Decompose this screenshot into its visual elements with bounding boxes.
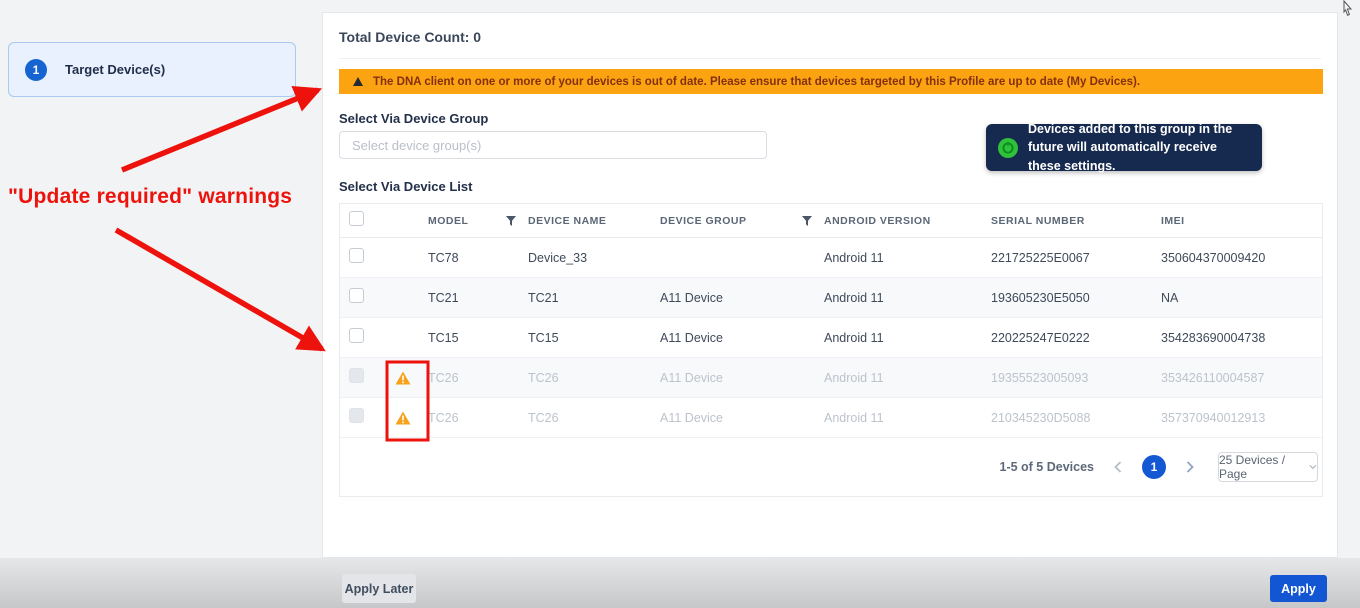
select-via-device-list-label: Select Via Device List (339, 179, 472, 194)
device-group-input[interactable] (339, 131, 767, 159)
footer-bar (0, 558, 1360, 608)
mouse-cursor-icon (1341, 0, 1354, 17)
cell-serial-number: 19355523005093 (991, 371, 1161, 385)
cell-android-version: Android 11 (824, 331, 991, 345)
cell-device-group: A11 Device (660, 371, 824, 385)
wizard-step-target-devices[interactable]: 1 Target Device(s) (8, 42, 296, 97)
cell-serial-number: 193605230E5050 (991, 291, 1161, 305)
column-header-model[interactable]: MODEL (428, 215, 528, 227)
column-header-imei[interactable]: IMEI (1161, 215, 1322, 227)
cell-android-version: Android 11 (824, 371, 991, 385)
row-checkbox[interactable] (349, 408, 364, 423)
annotation-arrow-to-banner (122, 90, 318, 170)
select-via-device-group-label: Select Via Device Group (339, 111, 488, 126)
cell-imei: 353426110004587 (1161, 371, 1322, 385)
column-header-device-group[interactable]: DEVICE GROUP (660, 215, 824, 227)
pagination-prev-button[interactable] (1112, 459, 1124, 475)
row-checkbox[interactable] (349, 328, 364, 343)
page-size-select[interactable]: 25 Devices / Page (1218, 452, 1318, 482)
divider (339, 58, 1321, 59)
cell-serial-number: 210345230D5088 (991, 411, 1161, 425)
cell-device-group: A11 Device (660, 291, 824, 305)
cell-device-group: A11 Device (660, 411, 824, 425)
cell-android-version: Android 11 (824, 411, 991, 425)
update-required-warning-icon (395, 371, 411, 385)
step-label: Target Device(s) (65, 62, 165, 77)
power-circle-icon (998, 138, 1018, 158)
cell-android-version: Android 11 (824, 251, 991, 265)
cell-imei: NA (1161, 291, 1322, 305)
chevron-right-icon (1186, 461, 1194, 473)
pagination-page-1[interactable]: 1 (1142, 455, 1166, 479)
row-checkbox[interactable] (349, 248, 364, 263)
cell-device-name: TC26 (528, 411, 660, 425)
cell-model: TC15 (428, 331, 528, 345)
cell-device-name: Device_33 (528, 251, 660, 265)
select-all-checkbox[interactable] (349, 211, 364, 226)
step-number-badge: 1 (25, 59, 47, 81)
cell-model: TC26 (428, 371, 528, 385)
column-header-android-version[interactable]: ANDROID VERSION (824, 215, 991, 227)
page: 1 Target Device(s) "Update required" war… (0, 0, 1360, 608)
pagination-range-text: 1-5 of 5 Devices (1000, 460, 1095, 474)
chevron-left-icon (1114, 461, 1122, 473)
device-table-body: TC78 Device_33 Android 11 221725225E0067… (340, 238, 1322, 438)
apply-later-button[interactable]: Apply Later (342, 574, 416, 603)
column-header-device-name[interactable]: DEVICE NAME (528, 215, 660, 227)
cell-imei: 354283690004738 (1161, 331, 1322, 345)
total-device-count: Total Device Count: 0 (339, 29, 481, 45)
cell-android-version: Android 11 (824, 291, 991, 305)
dna-client-warning-banner: The DNA client on one or more of your de… (339, 69, 1323, 94)
auto-apply-tooltip: Devices added to this group in the futur… (986, 124, 1262, 171)
page-size-label: 25 Devices / Page (1219, 453, 1302, 481)
tooltip-text: Devices added to this group in the futur… (1028, 120, 1250, 174)
warning-banner-text: The DNA client on one or more of your de… (373, 76, 1140, 88)
row-checkbox[interactable] (349, 368, 364, 383)
cell-serial-number: 220225247E0222 (991, 331, 1161, 345)
device-table: MODEL DEVICE NAME DEVICE GROUP ANDROID V… (339, 203, 1323, 497)
cell-imei: 357370940012913 (1161, 411, 1322, 425)
cell-device-group: A11 Device (660, 331, 824, 345)
table-row: TC78 Device_33 Android 11 221725225E0067… (340, 238, 1322, 278)
device-table-header: MODEL DEVICE NAME DEVICE GROUP ANDROID V… (340, 204, 1322, 238)
cell-serial-number: 221725225E0067 (991, 251, 1161, 265)
chevron-down-icon (1309, 464, 1317, 470)
update-required-warning-icon (395, 411, 411, 425)
column-header-serial-number[interactable]: SERIAL NUMBER (991, 215, 1161, 227)
apply-button[interactable]: Apply (1270, 575, 1327, 602)
table-row: TC26 TC26 A11 Device Android 11 21034523… (340, 398, 1322, 438)
warning-triangle-icon (353, 77, 363, 86)
pagination-bar: 1-5 of 5 Devices 1 25 Devices / Page (340, 438, 1322, 496)
annotation-update-required-label: "Update required" warnings (8, 185, 318, 209)
cell-device-name: TC26 (528, 371, 660, 385)
cell-model: TC78 (428, 251, 528, 265)
cell-device-name: TC15 (528, 331, 660, 345)
pagination-next-button[interactable] (1184, 459, 1196, 475)
annotation-arrow-to-warnings (116, 230, 322, 349)
target-devices-panel: Total Device Count: 0 The DNA client on … (322, 12, 1338, 558)
cell-model: TC21 (428, 291, 528, 305)
table-row: TC26 TC26 A11 Device Android 11 19355523… (340, 358, 1322, 398)
table-row: TC15 TC15 A11 Device Android 11 22022524… (340, 318, 1322, 358)
cell-imei: 350604370009420 (1161, 251, 1322, 265)
table-row: TC21 TC21 A11 Device Android 11 19360523… (340, 278, 1322, 318)
cell-device-name: TC21 (528, 291, 660, 305)
filter-icon[interactable] (506, 216, 516, 226)
row-checkbox[interactable] (349, 288, 364, 303)
cell-model: TC26 (428, 411, 528, 425)
filter-icon[interactable] (802, 216, 812, 226)
